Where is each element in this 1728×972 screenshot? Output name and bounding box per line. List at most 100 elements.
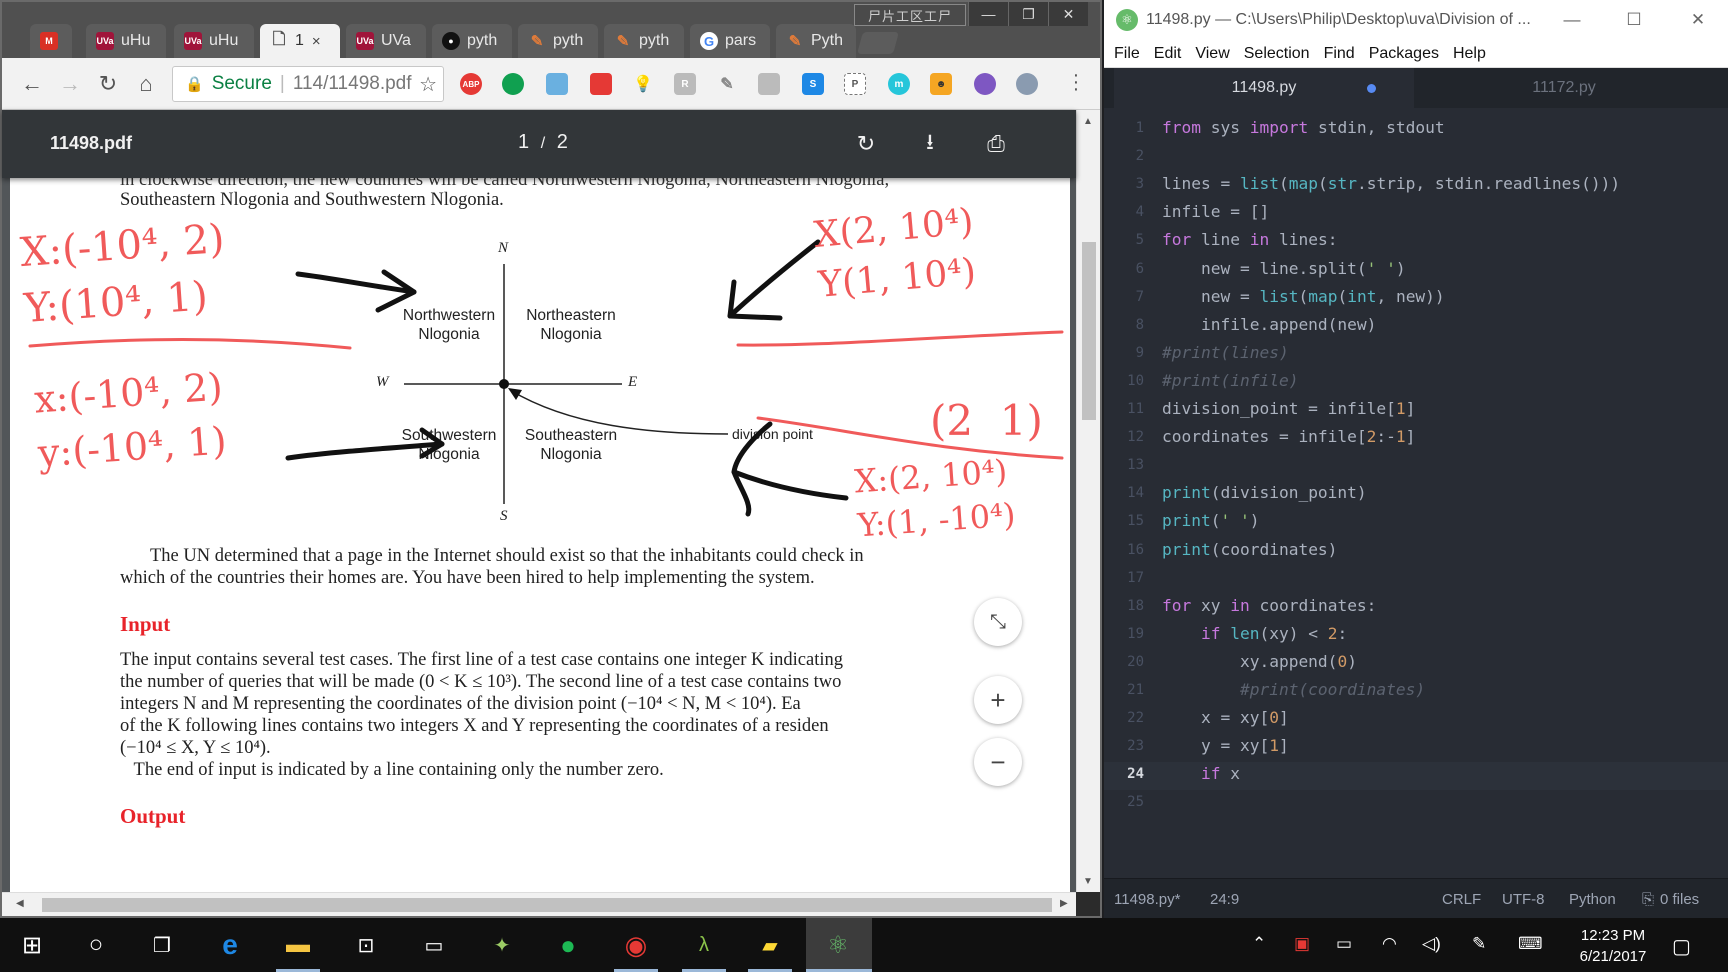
atom-icon[interactable]: ⚛ [820,927,856,963]
battery-icon[interactable]: ▭ [1336,934,1352,954]
extension-bulb-icon[interactable]: 💡 [632,73,654,95]
notifications-icon[interactable]: ▢ [1672,934,1691,959]
code-line[interactable]: new = line.split(' ') [1162,259,1406,278]
pdf-current-page[interactable]: 1 [518,131,529,153]
store-icon[interactable]: ⊡ [348,927,384,963]
pdf-horizontal-scrollbar[interactable]: ◀ ▶ [2,892,1076,916]
extension-bookmark-icon[interactable] [590,73,612,95]
code-line[interactable]: infile.append(new) [1162,315,1376,334]
pen-icon[interactable]: ✎ [1472,934,1486,954]
scroll-right-icon[interactable]: ▶ [1060,898,1068,909]
download-icon[interactable]: ⭳ [916,129,944,158]
pdf-vertical-scrollbar[interactable]: ▲ ▼ [1076,110,1100,892]
clock[interactable]: 12:23 PM 6/21/2017 [1570,925,1656,967]
minimize-button[interactable]: — [968,2,1008,26]
android-studio-icon[interactable]: ✦ [484,927,520,963]
extension-s-icon[interactable]: S [802,73,824,95]
tab-11172-py[interactable]: 11172.py [1414,68,1714,108]
fit-to-page-button[interactable]: ⤡ [974,598,1022,646]
code-line[interactable]: #print(coordinates) [1162,680,1425,699]
tab-python-2[interactable]: ✎ pyth [518,24,598,58]
scroll-down-icon[interactable]: ▼ [1083,876,1093,887]
reload-icon[interactable]: ↻ [94,70,122,98]
cortana-icon[interactable]: ○ [78,927,114,963]
extension-eyedropper-icon[interactable] [546,73,568,95]
extension-pen-icon[interactable]: ✎ [716,73,738,95]
code-line[interactable]: print(' ') [1162,511,1259,530]
code-line[interactable]: for xy in coordinates: [1162,596,1376,615]
scroll-left-icon[interactable]: ◀ [16,898,24,909]
maximize-button[interactable]: ❐ [1008,2,1048,26]
wifi-icon[interactable]: ◠ [1382,934,1397,954]
home-icon[interactable]: ⌂ [132,70,160,98]
tab-pdf[interactable]: 🗋 1 × [260,24,340,58]
close-tab-icon[interactable]: × [312,33,321,50]
tab-uva[interactable]: UVa UVa [346,24,426,58]
spotify-icon[interactable]: ● [550,927,586,963]
code-line[interactable]: print(coordinates) [1162,540,1337,559]
status-line-ending[interactable]: CRLF [1442,891,1481,908]
tab-google[interactable]: G pars [690,24,770,58]
menu-file[interactable]: File [1114,45,1140,63]
tab-11498-py[interactable]: 11498.py [1114,68,1414,108]
code-line[interactable]: if x [1162,764,1240,783]
code-editor[interactable]: 1 from sys import stdin, stdout 2 3 lines = … [1104,108,1728,878]
code-line[interactable]: #print(lines) [1162,343,1289,362]
chrome-icon[interactable]: ◉ [618,927,654,963]
hscroll-thumb[interactable] [42,898,1052,912]
latex-editor-icon[interactable]: λ [686,927,722,963]
code-line[interactable]: division_point = infile[1] [1162,399,1415,418]
tab-github-python[interactable]: ● pyth [432,24,512,58]
back-icon[interactable]: ← [18,70,46,98]
code-line[interactable]: if len(xy) < 2: [1162,624,1347,643]
adblock-icon[interactable]: ABP [460,73,482,95]
atom-minimize-button[interactable]: — [1560,8,1584,32]
menu-find[interactable]: Find [1324,45,1355,63]
extension-m-icon[interactable]: m [888,73,910,95]
volume-icon[interactable]: ◁) [1422,934,1441,954]
code-line[interactable]: #print(infile) [1162,371,1298,390]
scroll-up-icon[interactable]: ▲ [1083,116,1093,127]
zoom-in-button[interactable]: + [974,676,1022,724]
tab-python-4[interactable]: ✎ Pyth [776,24,856,58]
tab-python-3[interactable]: ✎ pyth [604,24,684,58]
extension-face-icon[interactable]: ☻ [930,73,952,95]
tab-uhunt-1[interactable]: UVa uHu [86,24,166,58]
extension-gray-icon[interactable] [758,73,780,95]
code-line[interactable]: from sys import stdin, stdout [1162,118,1445,137]
tray-app-icon[interactable]: ▣ [1294,934,1310,954]
extension-purple-icon[interactable] [974,73,996,95]
bookmark-star-icon[interactable]: ☆ [419,72,437,97]
sticky-notes-icon[interactable]: ▰ [752,927,788,963]
code-line[interactable]: for line in lines: [1162,230,1337,249]
tab-uhunt-2[interactable]: UVa uHu [174,24,254,58]
file-explorer-icon[interactable]: ▬ [280,927,316,963]
edge-icon[interactable]: e [212,927,248,963]
code-line[interactable]: new = list(map(int, new)) [1162,287,1445,306]
menu-packages[interactable]: Packages [1369,45,1439,63]
status-cursor[interactable]: 24:9 [1210,891,1239,908]
pdf-viewport[interactable]: in clockwise direction, the new countrie… [2,178,1076,892]
chrome-menu-icon[interactable]: · · · [1068,65,1084,99]
status-files[interactable]: 0 files [1660,891,1699,908]
extension-p-icon[interactable]: P [844,73,866,95]
tray-overflow-icon[interactable]: ⌃ [1252,934,1266,954]
scroll-thumb[interactable] [1082,242,1096,420]
rotate-icon[interactable]: ↻ [852,130,880,158]
status-grammar[interactable]: Python [1569,891,1616,908]
code-line[interactable]: print(division_point) [1162,483,1367,502]
code-line[interactable]: xy.append(0) [1162,652,1357,671]
code-line[interactable]: x = xy[0] [1162,708,1289,727]
code-line[interactable]: lines = list(map(str.strip, stdin.readli… [1162,174,1620,193]
code-line[interactable]: coordinates = infile[2:-1] [1162,427,1415,446]
extension-r-icon[interactable]: R [674,73,696,95]
status-file[interactable]: 11498.py* [1114,891,1180,908]
menu-selection[interactable]: Selection [1244,45,1310,63]
keyboard-icon[interactable]: ⌨ [1518,934,1543,954]
task-view-icon[interactable]: ❐ [144,927,180,963]
atom-maximize-button[interactable]: ☐ [1622,8,1646,32]
windows-start-icon[interactable]: ⊞ [14,927,50,963]
print-icon[interactable]: ⎙ [982,130,1010,158]
status-encoding[interactable]: UTF-8 [1502,891,1545,908]
address-bar[interactable]: 🔒 Secure | 114/11498.pdf ☆ [172,66,444,102]
